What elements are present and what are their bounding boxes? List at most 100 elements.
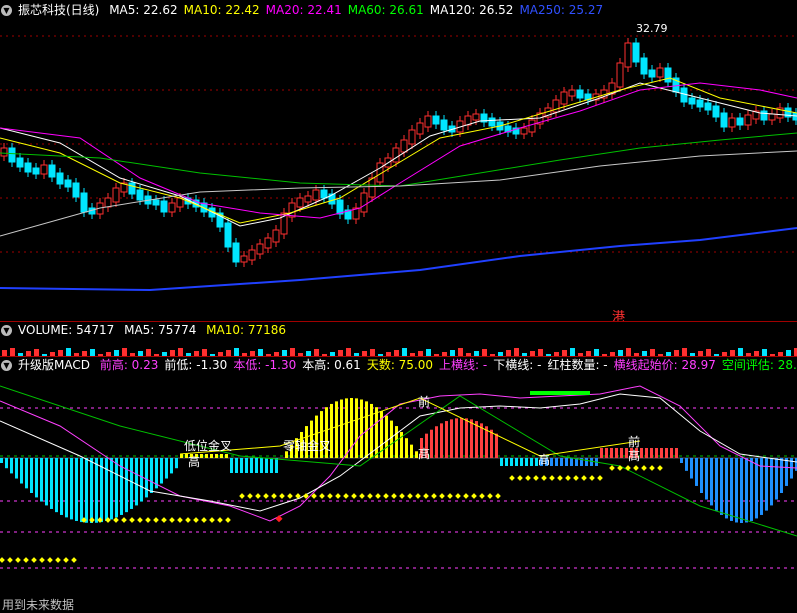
macd-dot <box>589 475 595 481</box>
macd-histogram-bar <box>375 407 378 458</box>
chevron-down-icon[interactable]: ▼ <box>1 360 12 371</box>
macd-histogram-bar <box>735 458 738 523</box>
macd-histogram-bar <box>600 448 603 458</box>
price-header: ▼ 振芯科技(日线) MA5: 22.62 MA10: 22.42 MA20: 22.… <box>0 2 797 19</box>
prev-high-label: 前 <box>418 394 430 409</box>
volume-chart[interactable] <box>0 339 797 357</box>
stock-title: 振芯科技(日线) <box>18 3 100 17</box>
candle-body <box>56 172 64 185</box>
macd-dot <box>581 475 587 481</box>
macd-histogram-bar <box>530 458 533 466</box>
macd-histogram-bar <box>40 458 43 502</box>
macd-histogram-bar <box>520 458 523 466</box>
macd-dot <box>0 557 5 563</box>
macd-dot <box>657 465 663 471</box>
ma-legend-item: MA250: 25.27 <box>519 3 604 17</box>
macd-dot <box>343 493 349 499</box>
macd-histogram-bar <box>270 458 273 473</box>
candle-body <box>80 192 88 213</box>
macd-dot <box>573 475 579 481</box>
macd-dot <box>597 475 603 481</box>
macd-histogram-bar <box>95 458 98 523</box>
macd-histogram-bar <box>240 458 243 473</box>
candle-body <box>256 243 264 255</box>
macd-histogram-bar <box>685 458 688 471</box>
macd-histogram-bar <box>770 458 773 506</box>
macd-histogram-bar <box>200 454 203 458</box>
macd-histogram-bar <box>30 458 33 493</box>
macd-dot <box>609 465 615 471</box>
macd-histogram-bar <box>690 458 693 479</box>
macd-histogram-bar <box>180 454 183 458</box>
macd-dot <box>383 493 389 499</box>
macd-histogram-bar <box>220 454 223 458</box>
macd-histogram-bar <box>115 458 118 518</box>
macd-histogram-bar <box>405 438 408 458</box>
macd-dot <box>185 517 191 523</box>
macd-histogram-bar <box>80 458 83 523</box>
candle-body <box>304 195 312 203</box>
macd-histogram-bar <box>110 458 113 520</box>
candle-body <box>32 167 40 175</box>
candle-body <box>360 192 368 213</box>
macd-dot <box>517 475 523 481</box>
candle-body <box>64 179 72 188</box>
candle-body <box>424 115 432 128</box>
chevron-down-icon[interactable]: ▼ <box>1 5 12 16</box>
candle-body <box>696 99 704 108</box>
candle-body <box>416 122 424 135</box>
candle-body <box>128 182 136 195</box>
macd-histogram-bar <box>445 421 448 458</box>
macd-chart[interactable]: 低位金叉 零轴金叉高前高 高前高 <box>0 376 797 596</box>
macd-dot <box>145 517 151 523</box>
macd-histogram-bar <box>645 448 648 458</box>
macd-dot <box>7 557 13 563</box>
macd-histogram-bar <box>125 458 128 513</box>
macd-histogram-bar <box>450 419 453 458</box>
high-marker-label: 高 <box>538 452 550 467</box>
macd-dot <box>423 493 429 499</box>
macd-histogram-bar <box>335 401 338 458</box>
macd-dot <box>279 493 285 499</box>
macd-histogram-bar <box>410 444 413 458</box>
candle-body <box>8 147 16 163</box>
macd-dot <box>431 493 437 499</box>
macd-dot <box>525 475 531 481</box>
macd-dot <box>463 493 469 499</box>
peak-price-label: 32.79 <box>636 22 668 35</box>
macd-histogram-bar <box>250 458 253 473</box>
macd-histogram-bar <box>675 448 678 458</box>
macd-histogram-bar <box>695 458 698 486</box>
macd-histogram-bar <box>785 458 788 486</box>
macd-histogram-bar <box>15 458 18 479</box>
macd-title: 升级版MACD <box>18 358 90 372</box>
macd-dot <box>129 517 135 523</box>
macd-histogram-bar <box>260 458 263 473</box>
macd-dot <box>565 475 571 481</box>
macd-dot <box>225 517 231 523</box>
macd-legend-item: 天数: 75.00 <box>366 358 434 372</box>
macd-histogram-bar <box>470 419 473 458</box>
macd-dot <box>255 493 261 499</box>
macd-legend: 前高: 0.23 前低: -1.30 本低: -1.30 本高: 0.61 天数: 75… <box>100 358 797 372</box>
macd-histogram-bar <box>710 458 713 506</box>
macd-dot <box>247 493 253 499</box>
macd-dot <box>121 517 127 523</box>
candle-body <box>408 129 416 145</box>
macd-dot <box>495 493 501 499</box>
ma-legend-item: MA20: 22.41 <box>265 3 342 17</box>
macd-histogram-bar <box>70 458 73 520</box>
macd-dot <box>541 475 547 481</box>
price-chart[interactable]: 32.79 <box>0 18 797 323</box>
macd-histogram-bar <box>210 454 213 458</box>
macd-dot <box>399 493 405 499</box>
volume-ma10: MA10: 77186 <box>206 323 287 337</box>
candle-body <box>136 189 144 201</box>
candle-body <box>288 202 296 218</box>
macd-dot <box>375 493 381 499</box>
macd-histogram-bar <box>225 454 228 458</box>
volume-header: ▼ VOLUME: 54717 MA5: 75774 MA10: 77186 <box>0 322 797 339</box>
macd-dot <box>23 557 29 563</box>
candle-body <box>656 67 664 78</box>
chevron-down-icon[interactable]: ▼ <box>1 325 12 336</box>
